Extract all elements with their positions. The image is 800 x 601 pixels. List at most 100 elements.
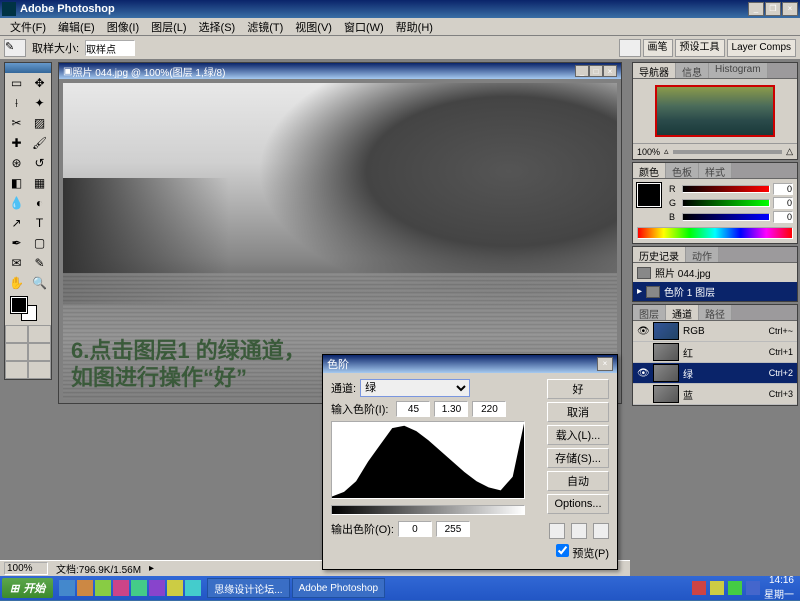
clock[interactable]: 14:16: [764, 575, 794, 586]
menu-filter[interactable]: 滤镜(T): [241, 19, 289, 35]
output-gradient[interactable]: [331, 505, 525, 515]
channel-select[interactable]: 绿: [360, 379, 470, 397]
histogram[interactable]: [331, 421, 525, 499]
history-snapshot[interactable]: 照片 044.jpg: [633, 263, 797, 282]
tab-layers[interactable]: 图层: [633, 305, 666, 320]
tab-paths[interactable]: 路径: [699, 305, 732, 320]
toolbox-header[interactable]: [5, 63, 51, 73]
output-white[interactable]: [436, 521, 470, 537]
menu-image[interactable]: 图像(I): [101, 19, 145, 35]
notes-tool[interactable]: ✉: [5, 253, 28, 273]
tray-icon[interactable]: [746, 581, 760, 595]
screen-mode-1[interactable]: [5, 343, 28, 361]
task-photoshop[interactable]: Adobe Photoshop: [292, 578, 386, 598]
b-slider[interactable]: [682, 213, 770, 221]
tab-presets[interactable]: 预设工具: [675, 39, 725, 57]
ql-icon[interactable]: [113, 580, 129, 596]
auto-button[interactable]: 自动: [547, 471, 609, 491]
lasso-tool[interactable]: ⟊: [5, 93, 28, 113]
navigator-zoom[interactable]: 100%: [637, 147, 660, 157]
type-tool[interactable]: T: [28, 213, 51, 233]
dodge-tool[interactable]: ◐: [28, 193, 51, 213]
screen-mode-3[interactable]: [5, 361, 28, 379]
zoom-out-icon[interactable]: ▵: [664, 146, 669, 157]
menu-help[interactable]: 帮助(H): [390, 19, 439, 35]
tab-swatches[interactable]: 色板: [666, 163, 699, 178]
options-button[interactable]: Options...: [547, 494, 609, 514]
ql-icon[interactable]: [149, 580, 165, 596]
channel-蓝[interactable]: 蓝Ctrl+3: [633, 384, 797, 405]
fg-color[interactable]: [11, 297, 27, 313]
restore-button[interactable]: ❐: [765, 2, 781, 16]
menu-window[interactable]: 窗口(W): [338, 19, 390, 35]
eyedropper-icon[interactable]: ✎: [4, 39, 26, 57]
load-button[interactable]: 载入(L)...: [547, 425, 609, 445]
channel-红[interactable]: 红Ctrl+1: [633, 342, 797, 363]
channel-RGB[interactable]: 👁RGBCtrl+~: [633, 321, 797, 342]
visibility-icon[interactable]: 👁: [637, 326, 649, 337]
menu-layer[interactable]: 图层(L): [145, 19, 192, 35]
ql-icon[interactable]: [167, 580, 183, 596]
color-fg-swatch[interactable]: [637, 183, 661, 207]
tab-color[interactable]: 颜色: [633, 163, 666, 178]
dialog-close[interactable]: ×: [597, 357, 613, 371]
wand-tool[interactable]: ✦: [28, 93, 51, 113]
ql-icon[interactable]: [131, 580, 147, 596]
eraser-tool[interactable]: ◧: [5, 173, 28, 193]
tab-brushes[interactable]: 画笔: [643, 39, 673, 57]
menu-view[interactable]: 视图(V): [289, 19, 338, 35]
eyedropper-gray-icon[interactable]: [571, 523, 587, 539]
eyedropper-white-icon[interactable]: [593, 523, 609, 539]
menu-select[interactable]: 选择(S): [193, 19, 242, 35]
standard-mode[interactable]: [5, 325, 28, 343]
tab-history[interactable]: 历史记录: [633, 247, 686, 262]
tab-actions[interactable]: 动作: [686, 247, 719, 262]
tab-styles[interactable]: 样式: [699, 163, 732, 178]
brush-tool[interactable]: 🖌: [28, 133, 51, 153]
channel-绿[interactable]: 👁绿Ctrl+2: [633, 363, 797, 384]
file-browser-icon[interactable]: [619, 39, 641, 57]
slice-tool[interactable]: ▨: [28, 113, 51, 133]
ql-icon[interactable]: [77, 580, 93, 596]
g-slider[interactable]: [682, 199, 770, 207]
input-white[interactable]: [472, 401, 506, 417]
canvas[interactable]: 6.点击图层1 的绿通道， 如图进行操作“好”: [63, 83, 617, 399]
sample-size-select[interactable]: 取样点: [85, 40, 135, 56]
zoom-in-icon[interactable]: △: [786, 146, 793, 157]
history-step[interactable]: ▸ 色阶 1 图层: [633, 282, 797, 301]
color-spectrum[interactable]: [637, 227, 793, 239]
tab-histogram[interactable]: Histogram: [709, 63, 768, 78]
tab-navigator[interactable]: 导航器: [633, 63, 676, 78]
minimize-button[interactable]: _: [748, 2, 764, 16]
preview-checkbox[interactable]: [556, 544, 569, 557]
heal-tool[interactable]: ✚: [5, 133, 28, 153]
shape-tool[interactable]: ▢: [28, 233, 51, 253]
tray-icon[interactable]: [710, 581, 724, 595]
ok-button[interactable]: 好: [547, 379, 609, 399]
task-forum[interactable]: 思缘设计论坛...: [207, 578, 289, 598]
history-brush-tool[interactable]: ↺: [28, 153, 51, 173]
move-tool[interactable]: ✥: [28, 73, 51, 93]
eyedropper-black-icon[interactable]: [549, 523, 565, 539]
tray-icon[interactable]: [728, 581, 742, 595]
gradient-tool[interactable]: ▦: [28, 173, 51, 193]
tray-icon[interactable]: [692, 581, 706, 595]
input-gamma[interactable]: [434, 401, 468, 417]
tab-info[interactable]: 信息: [676, 63, 709, 78]
doc-minimize[interactable]: _: [575, 65, 589, 77]
doc-close[interactable]: ×: [603, 65, 617, 77]
path-tool[interactable]: ↗: [5, 213, 28, 233]
eyedrop-tool[interactable]: ✎: [28, 253, 51, 273]
ql-icon[interactable]: [59, 580, 75, 596]
tab-layercomps[interactable]: Layer Comps: [727, 39, 796, 57]
ql-icon[interactable]: [185, 580, 201, 596]
imageready-jump[interactable]: [28, 361, 51, 379]
cancel-button[interactable]: 取消: [547, 402, 609, 422]
hand-tool[interactable]: ✋: [5, 273, 28, 293]
zoom-slider[interactable]: [673, 150, 783, 154]
marquee-tool[interactable]: ▭: [5, 73, 28, 93]
close-button[interactable]: ×: [782, 2, 798, 16]
status-zoom[interactable]: 100%: [4, 562, 48, 575]
stamp-tool[interactable]: ⊛: [5, 153, 28, 173]
menu-file[interactable]: 文件(F): [4, 19, 52, 35]
